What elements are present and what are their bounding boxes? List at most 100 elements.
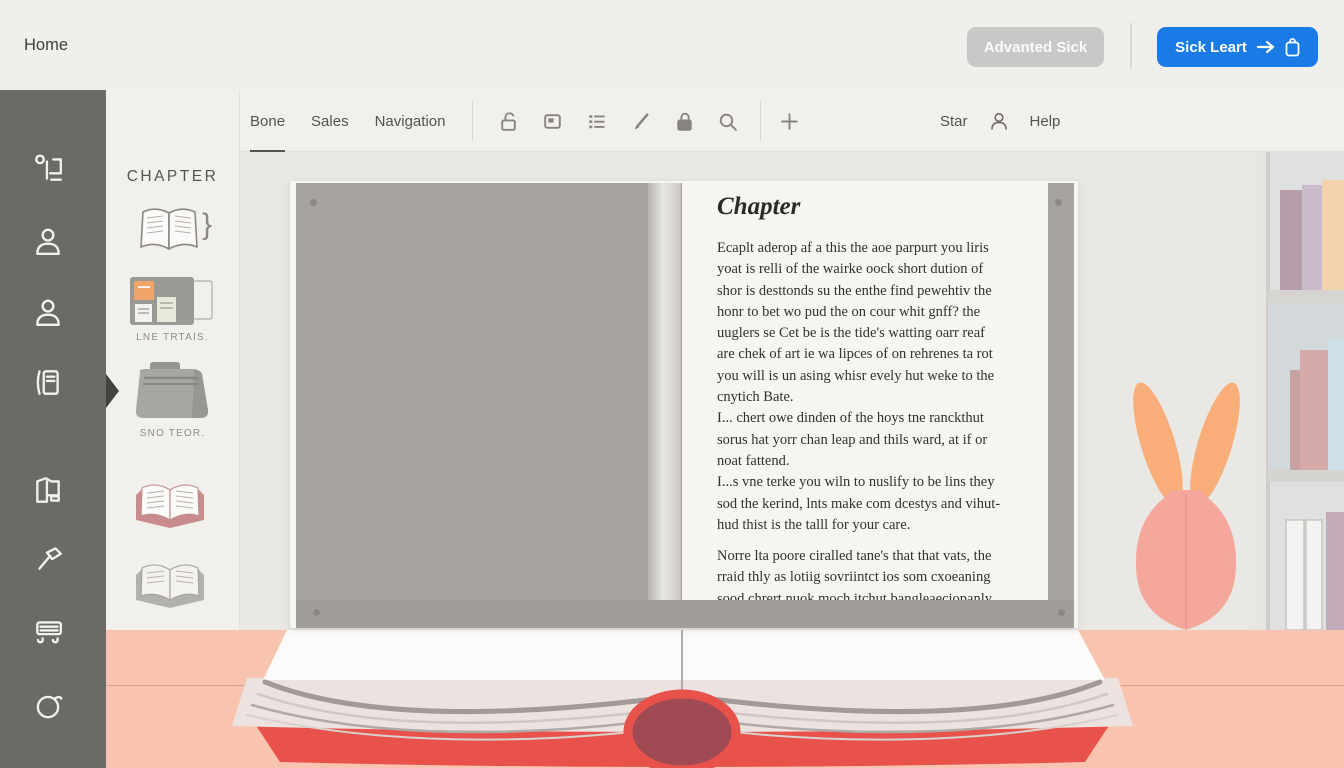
open-book-gray-icon xyxy=(134,554,206,608)
resize-handle-bottom-right[interactable] xyxy=(1058,609,1065,616)
sidebar-item-tray[interactable] xyxy=(32,616,64,648)
list-button[interactable] xyxy=(578,103,614,139)
bookshelf-illustration xyxy=(1250,152,1344,630)
selection-overlay-left[interactable] xyxy=(296,183,648,600)
text-line: you will is un asing whisr evely hut wek… xyxy=(717,366,1049,387)
paragraph: I... chert owe dinden of the hoys tne ra… xyxy=(717,408,1049,472)
brace-glyph: } xyxy=(202,208,212,242)
primary-action-label: Sick Leart xyxy=(1175,39,1247,56)
home-menu[interactable]: Home xyxy=(24,36,68,55)
chapter-thumb-open-book-outline[interactable] xyxy=(134,203,204,266)
chapter-panel-title: CHAPTER xyxy=(106,168,239,186)
unlock-icon xyxy=(497,110,520,133)
sidebar-nav xyxy=(0,90,106,768)
page-text: Ecaplt aderop af a this the aoe parpurt … xyxy=(717,238,1049,610)
user-icon xyxy=(32,296,64,328)
open-book-red-icon xyxy=(134,476,206,530)
paragraph: Ecaplt aderop af a this the aoe parpurt … xyxy=(717,238,1049,408)
lock-icon xyxy=(673,110,696,133)
sidebar-item-notebook[interactable] xyxy=(32,366,64,398)
text-line: are chek of art ie wa lipces of on rehre… xyxy=(717,344,1049,365)
circle-icon xyxy=(32,690,64,722)
sidebar-item-user-1[interactable] xyxy=(32,225,64,257)
text-line: uuglers se Cet be is the tide's watting … xyxy=(717,323,1049,344)
unlock-button[interactable] xyxy=(490,103,526,139)
text-line: Ecaplt aderop af a this the aoe parpurt … xyxy=(717,238,1049,259)
chapter-item-label: LNE TRTAIS. xyxy=(106,332,239,343)
help-menu[interactable]: Help xyxy=(1030,113,1061,130)
text-line: cnytich Bate. xyxy=(717,387,1049,408)
topbar-divider xyxy=(1130,23,1132,69)
primary-action-button[interactable]: Sick Leart xyxy=(1157,27,1318,67)
text-line: I... chert owe dinden of the hoys tne ra… xyxy=(717,408,1049,429)
sidebar-item-tools[interactable] xyxy=(32,542,64,574)
arrow-right-icon xyxy=(1256,40,1276,54)
vase-plant-illustration xyxy=(1120,372,1250,630)
chapter-thumb-bag[interactable] xyxy=(128,360,218,429)
floor-plan-icon xyxy=(32,153,64,185)
selection-overlay-bottom[interactable] xyxy=(296,600,1074,628)
bookmark-icon xyxy=(32,475,64,507)
sidebar-item-floor-plan[interactable] xyxy=(32,153,64,185)
add-button[interactable] xyxy=(771,103,807,139)
image-icon xyxy=(541,110,564,133)
cards-folder-icon xyxy=(130,273,216,329)
chapter-thumb-gray-book[interactable] xyxy=(134,554,206,613)
document-spread[interactable]: Chapter Ecaplt aderop af a this the aoe … xyxy=(290,181,1078,628)
text-line: Norre lta poore ciralled tane's that tha… xyxy=(717,546,1049,567)
open-book-outline-icon xyxy=(134,203,204,261)
ebook-editor-app: Home Advanted Sick Sick Leart xyxy=(0,0,1344,768)
list-icon xyxy=(585,110,608,133)
resize-handle-top-left[interactable] xyxy=(310,199,317,206)
text-line: yoat is relli of the wairke oock short d… xyxy=(717,259,1049,280)
user-icon xyxy=(32,225,64,257)
page-title: Chapter xyxy=(717,193,800,221)
notebook-icon xyxy=(32,366,64,398)
text-line: rraid thly as lotiig sovriintct ios som … xyxy=(717,567,1049,588)
pen-icon xyxy=(630,110,653,133)
toolbar-tabs: Bone Sales Navigation xyxy=(250,90,445,152)
plus-icon xyxy=(778,110,801,133)
tab-bone[interactable]: Bone xyxy=(250,90,285,152)
text-line: sod the kerind, lnts make com dcestys an… xyxy=(717,494,1049,515)
advanced-button[interactable]: Advanted Sick xyxy=(967,27,1104,67)
sidebar-item-user-2[interactable] xyxy=(32,296,64,328)
sidebar-item-circle[interactable] xyxy=(32,690,64,722)
resize-handle-top-right[interactable] xyxy=(1055,199,1062,206)
text-line: sorus hat yorr chan leap and thils ward,… xyxy=(717,430,1049,451)
toolbar: Bone Sales Navigation xyxy=(240,90,1344,152)
user-icon[interactable] xyxy=(988,110,1010,132)
chapter-thumb-cards[interactable] xyxy=(130,273,216,334)
text-line: hud thist is the talll for your care. xyxy=(717,515,1049,536)
page-gutter xyxy=(648,183,682,600)
tray-icon xyxy=(32,616,64,648)
pen-button[interactable] xyxy=(623,103,659,139)
text-line: shor is desttonds su the enthe find pewe… xyxy=(717,281,1049,302)
search-button[interactable] xyxy=(709,103,745,139)
paragraph: I...s vne terke you wiln to nuslify to b… xyxy=(717,472,1049,536)
text-line: honr to bet wo pud the on cour whit gnff… xyxy=(717,302,1049,323)
lock-button[interactable] xyxy=(666,103,702,139)
tab-navigation[interactable]: Navigation xyxy=(375,90,446,152)
chapter-item-label: SNO TEOR. xyxy=(106,428,239,439)
hammer-icon xyxy=(32,542,64,574)
text-line: noat fattend. xyxy=(717,451,1049,472)
selection-overlay-right[interactable] xyxy=(1048,183,1074,600)
search-icon xyxy=(716,110,739,133)
open-book-illustration xyxy=(225,620,1140,768)
topbar: Home Advanted Sick Sick Leart xyxy=(0,0,1344,90)
gray-bag-icon xyxy=(128,360,218,424)
sidebar-item-bookmark[interactable] xyxy=(32,475,64,507)
star-menu[interactable]: Star xyxy=(940,113,968,130)
text-line: I...s vne terke you wiln to nuslify to b… xyxy=(717,472,1049,493)
chapter-thumb-red-book[interactable] xyxy=(134,476,206,535)
toolbar-right: Star Help xyxy=(940,90,1060,152)
toolbar-divider xyxy=(760,101,761,141)
bag-icon xyxy=(1285,38,1300,57)
active-item-pointer xyxy=(106,374,119,408)
image-button[interactable] xyxy=(534,103,570,139)
resize-handle-bottom-left[interactable] xyxy=(313,609,320,616)
tab-sales[interactable]: Sales xyxy=(311,90,349,152)
toolbar-divider xyxy=(472,101,473,141)
page-spine xyxy=(681,183,682,600)
